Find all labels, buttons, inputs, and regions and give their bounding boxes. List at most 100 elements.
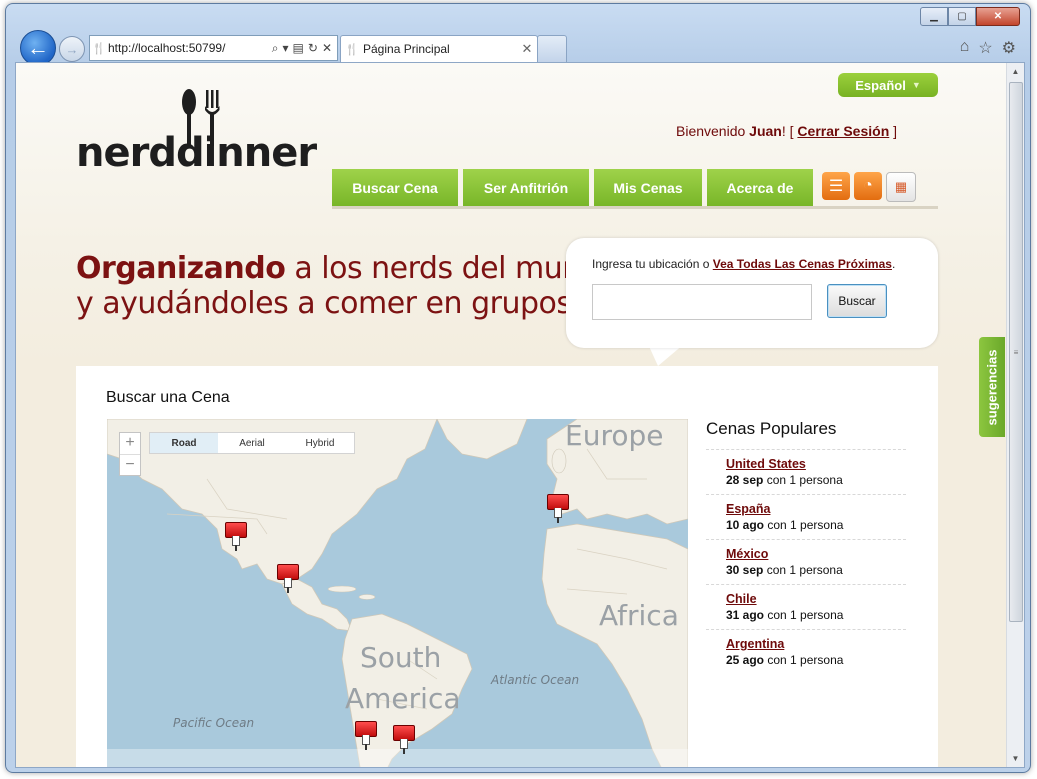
nerddinner-logo[interactable]: nerddinner <box>76 88 336 183</box>
dinner-date: 25 ago <box>726 653 765 667</box>
dinner-unit: persona <box>796 653 844 667</box>
nav-buscar-cena[interactable]: Buscar Cena <box>332 169 458 208</box>
page: Español ▼ nerddinner Bienvenido Juan! [… <box>16 63 1006 767</box>
tagline: Organizando a los nerds del mundo y ayud… <box>76 251 618 321</box>
welcome-prefix: Bienvenido <box>676 123 750 139</box>
map-type-hybrid[interactable]: Hybrid <box>286 433 354 453</box>
dinner-link[interactable]: Argentina <box>726 637 784 651</box>
bracket-open: ! [ <box>781 123 798 139</box>
view-all-dinners-link[interactable]: Vea Todas Las Cenas Próximas <box>713 257 892 271</box>
scroll-up-icon[interactable]: ▲ <box>1007 63 1024 80</box>
map-pin-icon[interactable] <box>225 522 247 552</box>
compat-view-icon[interactable]: ▤ <box>293 41 304 56</box>
map-type-aerial[interactable]: Aerial <box>218 433 286 453</box>
map-label-europe: Europe <box>565 419 664 452</box>
map-pin-icon[interactable] <box>393 725 415 755</box>
forward-arrow-icon[interactable]: → <box>59 36 85 62</box>
refresh-icon[interactable]: ↻ <box>308 41 318 56</box>
popular-list: United States 28 sep con 1 persona Españ… <box>706 449 906 674</box>
map-label-south: South <box>360 641 442 674</box>
feedback-tab[interactable]: sugerencias <box>979 337 1005 437</box>
vertical-scrollbar[interactable]: ▲ ≡ ▼ <box>1006 63 1024 767</box>
search-prompt: Ingresa tu ubicación o Vea Todas Las Cen… <box>592 257 895 271</box>
back-arrow-icon[interactable]: ← <box>20 30 56 66</box>
main-nav: Buscar Cena Ser Anfitrión Mis Cenas Acer… <box>332 169 813 208</box>
map-label-atlantic: Atlantic Ocean <box>491 673 580 687</box>
dropdown-icon[interactable]: ▾ <box>283 41 289 56</box>
dinner-link[interactable]: Chile <box>726 592 757 606</box>
chevron-down-icon: ▼ <box>911 80 921 90</box>
dinner-count: 1 <box>790 608 797 622</box>
map-pin-icon[interactable] <box>547 494 569 524</box>
close-tab-icon[interactable]: ✕ <box>517 41 537 57</box>
map-pin-icon[interactable] <box>277 564 299 594</box>
dinner-date: 31 ago <box>726 608 765 622</box>
feed-icons: ☰ ◔ ▦ <box>822 172 916 202</box>
dinner-count: 1 <box>790 518 797 532</box>
map-label-pacific: Pacific Ocean <box>173 716 255 730</box>
dinner-map[interactable]: + − Road Aerial Hybrid Europe Africa Sou… <box>107 419 688 767</box>
language-selector[interactable]: Español ▼ <box>838 73 938 97</box>
tab-title: Página Principal <box>363 42 450 56</box>
maximize-button[interactable]: ▢ <box>948 7 976 26</box>
nav-ser-anfitrion[interactable]: Ser Anfitrión <box>463 169 589 208</box>
minimize-button[interactable]: ▁ <box>920 7 948 26</box>
stop-icon[interactable]: ✕ <box>322 41 332 56</box>
new-tab-button[interactable] <box>537 35 567 63</box>
scroll-down-icon[interactable]: ▼ <box>1007 750 1024 767</box>
map-pin-icon[interactable] <box>355 721 377 751</box>
dinner-link[interactable]: España <box>726 502 770 516</box>
feedback-label: sugerencias <box>984 349 1000 425</box>
list-item: España 10 ago con 1 persona <box>706 495 906 540</box>
rss-icon[interactable]: ◔ <box>854 172 882 200</box>
dinner-link[interactable]: México <box>726 547 768 561</box>
browser-tab[interactable]: 🍴 Página Principal ✕ <box>340 35 538 62</box>
dinner-date: 28 sep <box>726 473 764 487</box>
map-type-road[interactable]: Road <box>150 433 218 453</box>
address-url[interactable]: http://localhost:50799/ <box>108 41 272 55</box>
tagline-bold: Organizando <box>76 251 286 286</box>
user-name: Juan <box>749 123 782 139</box>
popular-title: Cenas Populares <box>706 419 837 438</box>
zoom-control: + − <box>119 432 141 476</box>
logout-link[interactable]: Cerrar Sesión <box>797 123 889 139</box>
section-title: Buscar una Cena <box>106 389 230 406</box>
search-icon[interactable]: ⌕ <box>272 41 279 56</box>
address-bar[interactable]: 🍴 http://localhost:50799/ ⌕ ▾ ▤ ↻ ✕ <box>89 35 338 61</box>
list-item: United States 28 sep con 1 persona <box>706 450 906 495</box>
dinner-unit: persona <box>796 518 844 532</box>
map-label-america: America <box>345 682 461 715</box>
tagline-line2: y ayudándoles a comer en grupos. <box>76 286 581 321</box>
zoom-in-icon[interactable]: + <box>120 433 140 455</box>
nav-acerca-de[interactable]: Acerca de <box>707 169 813 208</box>
search-box: Ingresa tu ubicación o Vea Todas Las Cen… <box>566 238 938 348</box>
search-prompt-end: . <box>891 257 896 271</box>
feed-list-icon[interactable]: ☰ <box>822 172 850 200</box>
gear-icon[interactable]: ⚙ <box>1002 38 1016 58</box>
search-button[interactable]: Buscar <box>827 284 887 318</box>
list-item: Argentina 25 ago con 1 persona <box>706 630 906 674</box>
home-icon[interactable]: ⌂ <box>960 38 970 58</box>
content-panel: Buscar una Cena + − Road Aerial Hybrid E… <box>76 366 938 767</box>
star-icon[interactable]: ☆ <box>978 38 992 58</box>
calendar-icon[interactable]: ▦ <box>886 172 916 202</box>
logo-text: nerddinner <box>76 130 317 176</box>
nav-mis-cenas[interactable]: Mis Cenas <box>594 169 702 208</box>
close-window-button[interactable]: ✕ <box>976 7 1020 26</box>
map-type-selector: Road Aerial Hybrid <box>149 432 355 454</box>
browser-window: ▁ ▢ ✕ ← → 🍴 http://localhost:50799/ ⌕ ▾ … <box>5 3 1031 773</box>
window-controls: ▁ ▢ ✕ <box>920 7 1020 26</box>
dinner-link[interactable]: United States <box>726 457 806 471</box>
browser-toolbar-icons: ⌂ ☆ ⚙ <box>960 38 1016 58</box>
page-viewport: Español ▼ nerddinner Bienvenido Juan! [… <box>15 62 1025 768</box>
dinner-with: con <box>764 518 791 532</box>
zoom-out-icon[interactable]: − <box>120 455 140 476</box>
welcome-message: Bienvenido Juan! [ Cerrar Sesión ] <box>676 123 897 139</box>
location-input[interactable] <box>592 284 812 320</box>
language-label: Español <box>855 77 906 93</box>
popular-dinners: Cenas Populares United States 28 sep con… <box>706 419 906 674</box>
scroll-thumb[interactable]: ≡ <box>1009 82 1023 622</box>
dinner-unit: persona <box>796 563 843 577</box>
dinner-unit: persona <box>796 473 843 487</box>
search-prompt-text: Ingresa tu ubicación o <box>592 257 713 271</box>
